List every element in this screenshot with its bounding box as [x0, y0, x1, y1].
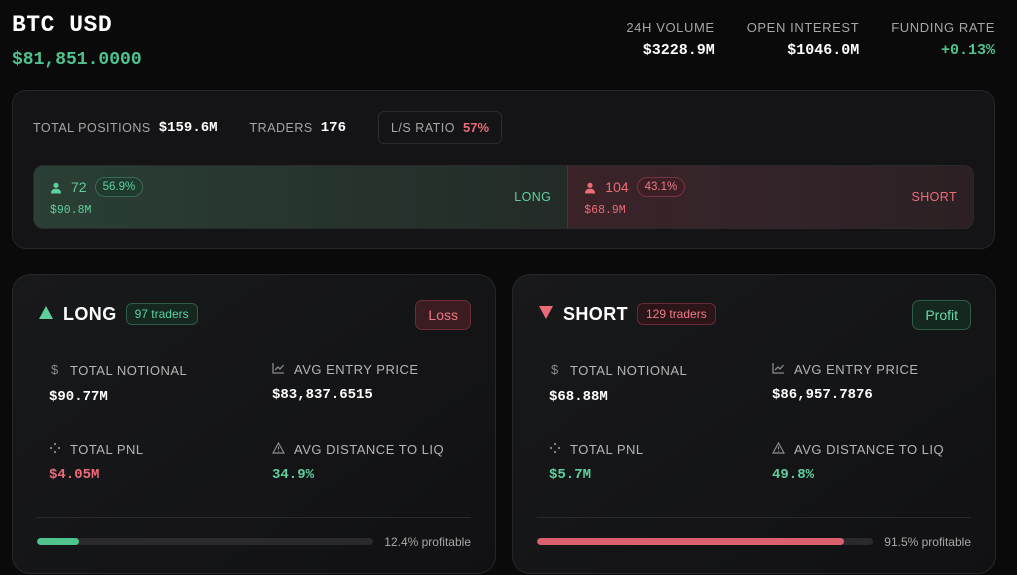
triangle-up-icon [39, 304, 53, 324]
stat-24h-volume: 24H VOLUME $3228.9M [626, 20, 714, 59]
long-amount: $90.8M [50, 204, 92, 217]
progress-fill [37, 538, 79, 545]
warning-triangle-icon [271, 441, 294, 457]
stat-value: +0.13% [940, 42, 995, 59]
short-side-label: SHORT [911, 190, 957, 204]
metric-label: AVG DISTANCE TO LIQ [294, 442, 445, 457]
divider [37, 517, 471, 518]
trend-chart-icon [272, 362, 294, 377]
progress-fill [537, 538, 845, 545]
short-percent-badge: 43.1% [636, 177, 686, 197]
stat-value: $3228.9M [642, 42, 715, 59]
long-side-label: LONG [514, 190, 552, 204]
metric-value: 34.9% [272, 467, 315, 483]
avg-distance-liq-metric: AVG DISTANCE TO LIQ 34.9% [271, 441, 445, 483]
warning-triangle-icon [771, 441, 794, 457]
total-notional-metric: $ TOTAL NOTIONAL $90.77M [49, 362, 187, 405]
short-amount: $68.9M [584, 204, 626, 217]
avg-entry-metric: AVG ENTRY PRICE $83,837.6515 [272, 362, 419, 403]
stat-funding-rate: FUNDING RATE +0.13% [891, 20, 995, 59]
total-positions-value: $159.6M [158, 119, 218, 136]
ls-ratio-label: L/S RATIO [390, 120, 455, 135]
metric-value: $83,837.6515 [272, 387, 373, 403]
dollar-icon: $ [49, 362, 70, 379]
market-price: $81,851.0000 [12, 50, 142, 70]
sparkle-icon [549, 442, 570, 457]
triangle-down-icon [539, 304, 553, 324]
stat-label: 24H VOLUME [626, 20, 715, 35]
metric-label: AVG ENTRY PRICE [794, 362, 919, 377]
ls-ratio-value: 57% [463, 120, 490, 135]
long-trader-count: 72 [71, 179, 87, 195]
profitable-progress-bar [37, 538, 373, 545]
total-positions-label: TOTAL POSITIONS [33, 120, 151, 135]
metric-label: TOTAL NOTIONAL [70, 363, 188, 378]
long-percent-badge: 56.9% [94, 177, 144, 197]
metric-label: AVG DISTANCE TO LIQ [794, 442, 945, 457]
metric-value: $4.05M [49, 467, 100, 483]
overview-summary: TOTAL POSITIONS $159.6M TRADERS 176 L/S … [33, 111, 503, 144]
metric-value: $68.88M [549, 389, 608, 405]
card-title: SHORT [563, 303, 628, 324]
stat-label: OPEN INTEREST [746, 20, 860, 35]
long-segment: 72 56.9% $90.8M LONG [34, 166, 569, 228]
metric-value: $90.77M [49, 389, 108, 405]
avg-distance-liq-metric: AVG DISTANCE TO LIQ 49.8% [771, 441, 945, 483]
stat-label: FUNDING RATE [891, 20, 995, 35]
sparkle-icon [49, 442, 70, 457]
total-pnl-metric: TOTAL PNL $4.05M [49, 442, 144, 483]
metric-label: TOTAL PNL [70, 442, 144, 457]
trader-count-badge: 97 traders [125, 303, 198, 325]
metric-value: 49.8% [772, 467, 815, 483]
short-trader-count: 104 [605, 179, 629, 195]
dollar-icon: $ [549, 362, 570, 379]
traders-label: TRADERS [249, 120, 313, 135]
stat-open-interest: OPEN INTEREST $1046.0M [747, 20, 860, 59]
market-stats: 24H VOLUME $3228.9M OPEN INTEREST $1046.… [626, 20, 995, 59]
metric-value: $86,957.7876 [772, 387, 873, 403]
trend-chart-icon [772, 362, 794, 377]
market-title: BTC USD [12, 12, 113, 38]
avg-entry-metric: AVG ENTRY PRICE $86,957.7876 [772, 362, 919, 403]
divider [537, 517, 971, 518]
metric-label: TOTAL NOTIONAL [570, 363, 688, 378]
profitable-text: 12.4% profitable [384, 535, 471, 549]
short-positions-card: SHORT 129 traders Profit $ TOTAL NOTIONA… [512, 274, 996, 574]
stat-value: $1046.0M [787, 42, 860, 59]
ls-ratio-box: L/S RATIO 57% [377, 111, 503, 144]
svg-text:$: $ [51, 362, 59, 376]
user-icon [50, 181, 62, 194]
traders-value: 176 [320, 119, 346, 136]
profitable-progress-bar [537, 538, 873, 545]
total-notional-metric: $ TOTAL NOTIONAL $68.88M [549, 362, 687, 405]
loss-status-badge[interactable]: Loss [415, 300, 471, 330]
trader-count-badge: 129 traders [637, 303, 716, 325]
svg-text:$: $ [551, 362, 559, 376]
card-title: LONG [63, 303, 117, 324]
metric-label: AVG ENTRY PRICE [294, 362, 419, 377]
total-pnl-metric: TOTAL PNL $5.7M [549, 442, 644, 483]
profitable-text: 91.5% profitable [884, 535, 971, 549]
long-short-split-bar: 72 56.9% $90.8M LONG 104 43.1% $68.9M SH… [33, 165, 974, 229]
profit-status-badge[interactable]: Profit [912, 300, 971, 330]
long-positions-card: LONG 97 traders Loss $ TOTAL NOTIONAL $9… [12, 274, 496, 574]
metric-label: TOTAL PNL [570, 442, 644, 457]
user-icon [584, 181, 596, 194]
positions-overview: TOTAL POSITIONS $159.6M TRADERS 176 L/S … [12, 90, 995, 249]
metric-value: $5.7M [549, 467, 592, 483]
short-segment: 104 43.1% $68.9M SHORT [568, 166, 973, 228]
